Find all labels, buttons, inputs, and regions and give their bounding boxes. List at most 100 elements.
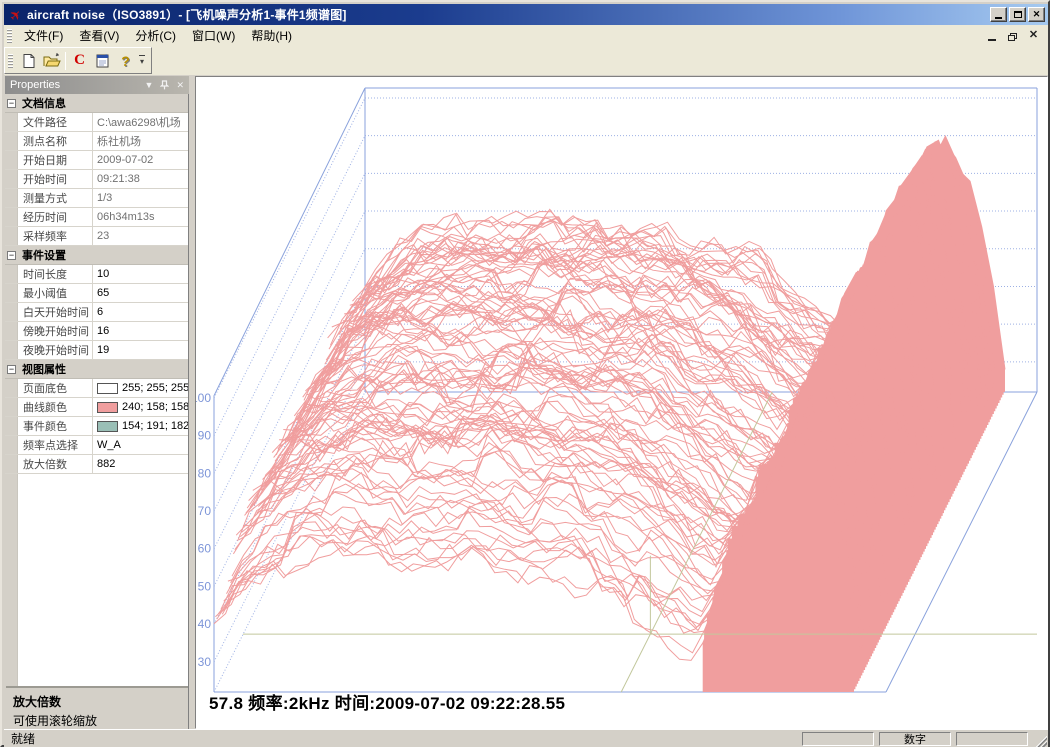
collapse-minus-icon[interactable]: − [7,99,16,108]
statusbar: 就绪 数字 [4,729,1048,747]
property-row[interactable]: 文件路径C:\awa6298\机场 [5,113,188,132]
property-row[interactable]: 时间长度10 [5,265,188,284]
menu-help[interactable]: 帮助(H) [243,25,300,46]
menu-window[interactable]: 窗口(W) [184,25,243,46]
menu-file[interactable]: 文件(F) [16,25,71,46]
panel-pin-icon[interactable] [160,80,169,90]
status-cell-1 [802,732,874,746]
window-title: aircraft noise（ISO3891）- [飞机噪声分析1-事件1频谱图… [27,6,990,23]
value-tick-label: 50 [198,579,212,593]
toolbar: C ? ▾ [4,46,1048,75]
property-value[interactable]: 1/3 [92,189,188,207]
property-label: 文件路径 [19,114,91,130]
open-file-button[interactable] [40,50,63,72]
property-description-box: 放大倍数 可使用滚轮缩放 [6,686,189,735]
property-label: 白天开始时间 [19,304,91,320]
toolbar-overflow-button[interactable]: ▾ [139,55,145,66]
property-value[interactable]: 10 [92,265,188,283]
property-row[interactable]: 傍晚开始时间16 [5,322,188,341]
leftwall-gridline [214,136,365,436]
property-row[interactable]: 夜晚开始时间19 [5,341,188,360]
waterfall-chart[interactable]: 10090807060504030 [196,77,1047,728]
mdi-restore-icon [1008,33,1017,41]
property-value[interactable]: 19 [92,341,188,359]
color-swatch[interactable] [97,402,118,413]
property-value[interactable]: C:\awa6298\机场 [92,113,188,131]
property-row[interactable]: 采样频率23 [5,227,188,246]
property-row[interactable]: 最小阈值65 [5,284,188,303]
property-row[interactable]: 页面底色255; 255; 255 [5,379,188,398]
mdi-minimize-button[interactable] [985,30,998,41]
panel-close-icon[interactable]: ✕ [176,80,184,91]
collapse-minus-icon[interactable]: − [7,365,16,374]
menubar: 文件(F) 查看(V) 分析(C) 窗口(W) 帮助(H) ✕ [4,25,1048,46]
property-value[interactable]: 65 [92,284,188,302]
property-value[interactable]: 09:21:38 [92,170,188,188]
help-button[interactable]: ? [114,50,137,72]
property-value[interactable]: 2009-07-02 [92,151,188,169]
property-row[interactable]: 曲线颜色240; 158; 158 [5,398,188,417]
properties-panel: Properties ▼ ✕ −文档信息文件路径C:\awa6298\机场测点名… [4,75,192,729]
mdi-restore-button[interactable] [1006,30,1019,41]
value-tick-label: 60 [198,542,212,556]
maximize-button[interactable] [1009,7,1026,22]
property-group-row[interactable]: −事件设置 [5,246,188,265]
property-row[interactable]: 测点名称栎社机场 [5,132,188,151]
property-label: 时间长度 [19,266,91,282]
toolbar-band: C ? ▾ [4,47,152,74]
property-row[interactable]: 经历时间06h34m13s [5,208,188,227]
titlebar[interactable]: ✈ aircraft noise（ISO3891）- [飞机噪声分析1-事件1频… [4,4,1048,25]
collapse-minus-icon[interactable]: − [7,251,16,260]
property-row[interactable]: 开始日期2009-07-02 [5,151,188,170]
chart-client-area: 10090807060504030 57.8 频率:2kHz 时间:2009-0… [195,76,1048,729]
panel-menu-chevron-icon[interactable]: ▼ [145,80,154,90]
properties-button[interactable] [91,50,114,72]
close-button[interactable]: ✕ [1028,7,1045,22]
mdi-minimize-icon [988,39,996,41]
property-row[interactable]: 放大倍数882 [5,455,188,474]
menu-view[interactable]: 查看(V) [71,25,127,46]
property-label: 测量方式 [19,190,91,206]
property-value[interactable]: 23 [92,227,188,245]
property-row[interactable]: 测量方式1/3 [5,189,188,208]
leftwall-gridline [214,249,365,549]
properties-sheet-icon [95,53,111,69]
property-value[interactable]: 882 [92,455,188,473]
maximize-icon [1014,11,1022,18]
value-tick-label: 70 [198,504,212,518]
calibrate-button[interactable]: C [68,50,91,72]
property-row[interactable]: 白天开始时间6 [5,303,188,322]
menubar-grip[interactable] [7,29,12,43]
property-label: 夜晚开始时间 [19,342,91,358]
property-group-row[interactable]: −视图属性 [5,360,188,379]
property-value[interactable]: 16 [92,322,188,340]
resize-grip[interactable] [1033,733,1047,747]
mdi-close-button[interactable]: ✕ [1027,30,1040,41]
property-label: 最小阈值 [19,285,91,301]
property-row[interactable]: 频率点选择W_A [5,436,188,455]
color-swatch[interactable] [97,383,118,394]
property-grid: −文档信息文件路径C:\awa6298\机场测点名称栎社机场开始日期2009-0… [5,94,189,735]
property-value[interactable]: 154; 191; 182 [92,417,188,435]
property-row[interactable]: 开始时间09:21:38 [5,170,188,189]
color-swatch[interactable] [97,421,118,432]
property-value[interactable]: 255; 255; 255 [92,379,188,397]
property-value[interactable]: 06h34m13s [92,208,188,226]
property-row[interactable]: 事件颜色154; 191; 182 [5,417,188,436]
minimize-button[interactable] [990,7,1007,22]
toolbar-grip[interactable] [8,54,13,68]
property-label: 页面底色 [19,380,91,396]
property-value[interactable]: W_A [92,436,188,454]
property-value[interactable]: 6 [92,303,188,321]
properties-panel-header[interactable]: Properties ▼ ✕ [5,76,189,94]
property-value[interactable]: 栎社机场 [92,132,188,150]
status-message: 就绪 [4,730,802,747]
property-group-row[interactable]: −文档信息 [5,94,188,113]
property-value[interactable]: 240; 158; 158 [92,398,188,416]
property-description-title: 放大倍数 [13,693,183,710]
menu-analyze[interactable]: 分析(C) [127,25,184,46]
status-cell-3 [956,732,1028,746]
new-document-button[interactable] [17,50,40,72]
property-label: 曲线颜色 [19,399,91,415]
value-tick-label: 80 [198,466,212,480]
